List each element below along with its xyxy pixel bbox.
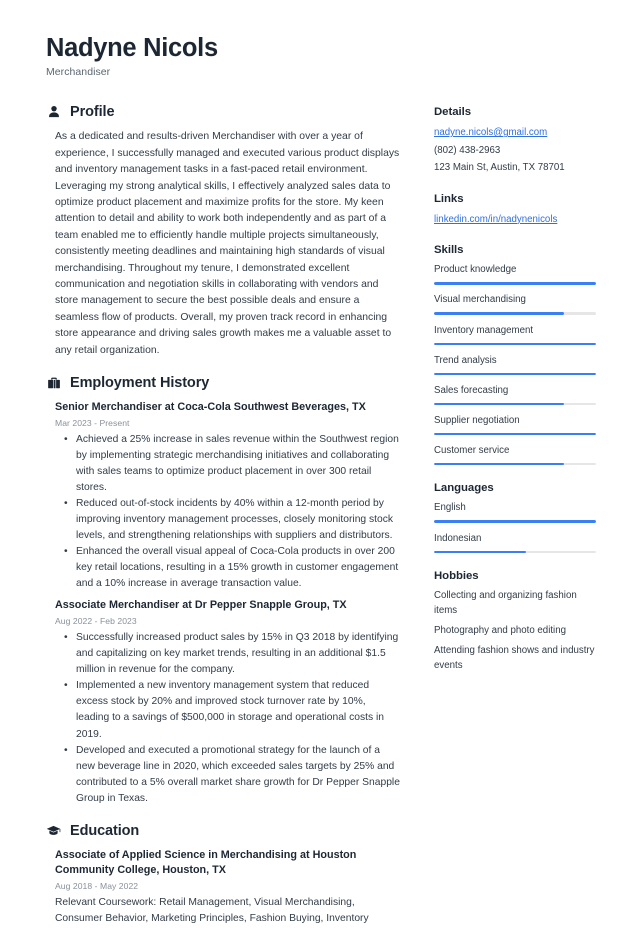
section-employment-header: Employment History — [46, 375, 401, 391]
language-label: Indonesian — [434, 532, 482, 544]
linkedin-link[interactable]: linkedin.com/in/nadynenicols — [434, 212, 596, 228]
language-label: English — [434, 502, 466, 514]
education-entry-title: Associate of Applied Science in Merchand… — [55, 848, 357, 877]
employment-entry-title: Senior Merchandiser at Coca-Cola Southwe… — [55, 401, 366, 413]
skill-item: Inventory management — [434, 324, 596, 346]
sidebar-hobbies: Hobbies Collecting and organizing fashio… — [434, 570, 596, 673]
bullet-item: Developed and executed a promotional str… — [55, 743, 401, 807]
skill-label: Sales forecasting — [434, 384, 509, 396]
education-entry-date: Aug 2018 - May 2022 — [55, 880, 139, 891]
employment-entry: Associate Merchandiser at Dr Pepper Snap… — [55, 598, 401, 807]
language-bar-track — [434, 520, 596, 524]
language-bar-fill — [434, 550, 527, 554]
hobby-item: Attending fashion shows and industry eve… — [434, 645, 595, 671]
person-icon — [46, 105, 61, 120]
section-employment-title: Employment History — [70, 375, 210, 391]
employment-entry-bullets: Successfully increased product sales by … — [55, 630, 401, 807]
skill-bar-fill — [434, 372, 596, 376]
section-employment-body: Senior Merchandiser at Coca-Cola Southwe… — [46, 400, 401, 807]
skill-label: Visual merchandising — [434, 294, 526, 306]
sidebar-languages-title: Languages — [434, 482, 494, 495]
employment-entry-bullets: Achieved a 25% increase in sales revenue… — [55, 432, 401, 593]
sidebar-hobbies-title: Hobbies — [434, 570, 479, 583]
resume-page: Nadyne Nicols Merchandiser Profile As a … — [0, 0, 640, 924]
section-profile-header: Profile — [46, 104, 401, 120]
sidebar-column: Details nadyne.nicols@gmail.com (802) 43… — [434, 104, 596, 690]
employment-entry-title: Associate Merchandiser at Dr Pepper Snap… — [55, 599, 347, 612]
skill-item: Visual merchandising — [434, 293, 596, 315]
main-column: Profile As a dedicated and results-drive… — [46, 104, 401, 943]
candidate-name: Nadyne Nicols — [46, 34, 218, 62]
skill-item: Trend analysis — [434, 354, 596, 376]
section-profile-title: Profile — [70, 104, 115, 121]
sidebar-links: Links linkedin.com/in/nadynenicols — [434, 193, 596, 228]
skill-bar-track — [434, 372, 596, 376]
employment-entry: Senior Merchandiser at Coca-Cola Southwe… — [55, 400, 401, 592]
skill-bar-fill — [434, 402, 564, 406]
resume-header: Nadyne Nicols Merchandiser — [46, 34, 596, 78]
employment-entry-date: Mar 2023 - Present — [55, 417, 130, 428]
hobby-item: Photography and photo editing — [434, 624, 566, 636]
candidate-job-title: Merchandiser — [46, 66, 111, 79]
skill-label: Customer service — [434, 444, 510, 456]
skill-label: Supplier negotiation — [434, 414, 520, 426]
bullet-item: Reduced out-of-stock incidents by 40% wi… — [55, 496, 401, 544]
skill-item: Supplier negotiation — [434, 414, 596, 436]
skill-label: Product knowledge — [434, 264, 517, 276]
bullet-item: Successfully increased product sales by … — [55, 630, 401, 678]
sidebar-skills-title: Skills — [434, 244, 464, 257]
graduation-cap-icon — [46, 823, 61, 838]
address: 123 Main St, Austin, TX 78701 — [434, 162, 565, 174]
education-entry-description: Relevant Coursework: Retail Management, … — [55, 896, 369, 925]
skill-bar-track — [434, 462, 596, 466]
section-profile: Profile As a dedicated and results-drive… — [46, 104, 401, 359]
skill-label: Trend analysis — [434, 354, 497, 366]
skill-item: Product knowledge — [434, 263, 596, 285]
section-education-header: Education — [46, 823, 401, 839]
skill-bar-fill — [434, 312, 564, 315]
section-education-title: Education — [70, 822, 140, 839]
language-bar-track — [434, 550, 596, 554]
sidebar-details-title: Details — [434, 106, 472, 119]
skill-bar-fill — [434, 342, 596, 346]
skill-bar-track — [434, 402, 596, 406]
skill-bar-fill — [434, 462, 564, 466]
language-item: Indonesian — [434, 532, 596, 554]
skill-bar-track — [434, 432, 596, 436]
language-bar-fill — [434, 520, 596, 524]
bullet-item: Enhanced the overall visual appeal of Co… — [55, 544, 401, 592]
sidebar-details: Details nadyne.nicols@gmail.com (802) 43… — [434, 106, 596, 176]
section-profile-body: As a dedicated and results-driven Mercha… — [46, 129, 401, 359]
section-education: Education Associate of Applied Science i… — [46, 823, 401, 927]
skill-bar-fill — [434, 282, 596, 285]
skill-bar-track — [434, 342, 596, 346]
phone-number: (802) 438-2963 — [434, 144, 501, 156]
skill-bar-track — [434, 282, 596, 285]
education-entry: Associate of Applied Science in Merchand… — [55, 848, 401, 927]
email-link[interactable]: nadyne.nicols@gmail.com — [434, 125, 596, 141]
skill-item: Customer service — [434, 444, 596, 466]
employment-entry-date: Aug 2022 - Feb 2023 — [55, 615, 137, 626]
section-education-body: Associate of Applied Science in Merchand… — [46, 848, 401, 927]
language-item: English — [434, 501, 596, 524]
briefcase-icon — [46, 376, 61, 391]
hobby-item: Collecting and organizing fashion items — [434, 590, 577, 616]
skill-item: Sales forecasting — [434, 384, 596, 406]
sidebar-languages: Languages English Indonesian — [434, 482, 596, 554]
skill-bar-fill — [434, 432, 596, 436]
section-employment: Employment History Senior Merchandiser a… — [46, 375, 401, 807]
profile-summary-text: As a dedicated and results-driven Mercha… — [55, 131, 400, 356]
sidebar-links-title: Links — [434, 192, 464, 205]
bullet-item: Achieved a 25% increase in sales revenue… — [55, 432, 401, 496]
skill-label: Inventory management — [434, 324, 534, 336]
bullet-item: Implemented a new inventory management s… — [55, 678, 401, 742]
skill-bar-track — [434, 312, 596, 315]
resume-columns: Profile As a dedicated and results-drive… — [46, 104, 596, 943]
sidebar-skills: Skills Product knowledge Visual merchand… — [434, 244, 596, 466]
